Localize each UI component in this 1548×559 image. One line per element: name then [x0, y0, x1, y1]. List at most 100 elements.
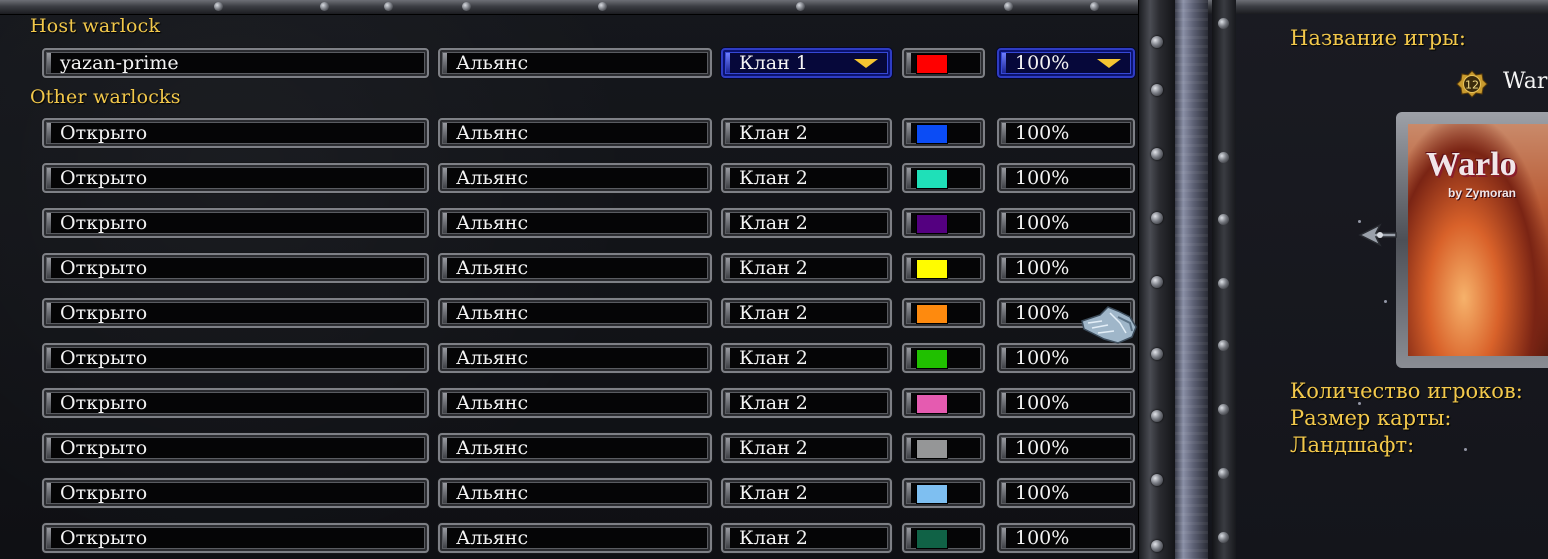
player-name-dropdown[interactable]: Открыто	[42, 253, 429, 283]
top-frame-rail	[1208, 0, 1548, 14]
player-clan-field[interactable]: Клан 2	[721, 118, 892, 148]
player-team-field: Альянс	[438, 118, 712, 148]
player-handicap-field[interactable]: 100%	[997, 253, 1135, 283]
max-players-value: 12	[1465, 79, 1479, 92]
game-info-panel: Название игры: 12 War Warlo by Zymoran К…	[1208, 0, 1548, 559]
player-handicap-field[interactable]: 100%	[997, 478, 1135, 508]
host-color-picker[interactable]	[902, 48, 985, 78]
player-clan-field[interactable]: Клан 2	[721, 298, 892, 328]
color-swatch	[916, 259, 948, 279]
player-name-dropdown[interactable]: Открыто	[42, 208, 429, 238]
map-title: Warlo	[1426, 146, 1517, 183]
map-size-label: Размер карты:	[1290, 406, 1452, 430]
player-clan-field[interactable]: Клан 2	[721, 523, 892, 553]
player-clan-field[interactable]: Клан 2	[721, 388, 892, 418]
bolt-icon	[1151, 348, 1163, 360]
gauntlet-cursor-icon	[1081, 306, 1137, 344]
player-team-field: Альянс	[438, 298, 712, 328]
bolt-icon	[1151, 474, 1163, 486]
bolt-icon	[598, 2, 607, 11]
player-clan-field[interactable]: Клан 2	[721, 163, 892, 193]
star-speck	[1464, 448, 1467, 451]
host-handicap-dropdown[interactable]: 100%	[997, 48, 1135, 78]
panel-separator	[1175, 0, 1208, 559]
player-name-dropdown[interactable]: Открыто	[42, 388, 429, 418]
color-swatch	[916, 54, 948, 74]
player-color-picker[interactable]	[902, 343, 985, 373]
player-handicap-field[interactable]: 100%	[997, 208, 1135, 238]
bolt-icon	[1218, 278, 1229, 289]
map-preview-image: Warlo by Zymoran	[1408, 124, 1548, 356]
host-clan-value: Клан 1	[739, 52, 808, 74]
bolt-icon	[1151, 276, 1163, 288]
bolt-icon	[796, 2, 805, 11]
player-handicap-field[interactable]: 100%	[997, 433, 1135, 463]
color-swatch	[916, 124, 948, 144]
map-frame-arrow-icon	[1358, 223, 1397, 247]
bolt-icon	[1151, 410, 1163, 422]
player-color-picker[interactable]	[902, 163, 985, 193]
player-handicap-field[interactable]: 100%	[997, 388, 1135, 418]
player-clan-field[interactable]: Клан 2	[721, 208, 892, 238]
bolt-icon	[1218, 18, 1229, 29]
map-author: by Zymoran	[1448, 186, 1517, 200]
player-color-picker[interactable]	[902, 523, 985, 553]
player-team-field: Альянс	[438, 163, 712, 193]
player-team-field: Альянс	[438, 433, 712, 463]
host-clan-dropdown[interactable]: Клан 1	[721, 48, 892, 78]
player-color-picker[interactable]	[902, 478, 985, 508]
player-name-dropdown[interactable]: Открыто	[42, 523, 429, 553]
player-name-dropdown[interactable]: Открыто	[42, 478, 429, 508]
player-name-dropdown[interactable]: Открыто	[42, 343, 429, 373]
bolt-icon	[1151, 540, 1163, 552]
star-speck	[1384, 300, 1387, 303]
info-left-frame	[1212, 0, 1236, 559]
host-team-field: Альянс	[438, 48, 712, 78]
player-team-field: Альянс	[438, 523, 712, 553]
player-color-picker[interactable]	[902, 208, 985, 238]
top-frame-rail	[0, 0, 1175, 15]
bolt-icon	[320, 2, 329, 11]
dropdown-arrow-icon	[854, 59, 878, 68]
player-clan-field[interactable]: Клан 2	[721, 433, 892, 463]
bolt-icon	[1218, 152, 1229, 163]
color-swatch	[916, 349, 948, 369]
player-team-field: Альянс	[438, 208, 712, 238]
game-name-value: War	[1503, 69, 1548, 94]
color-swatch	[916, 439, 948, 459]
player-color-picker[interactable]	[902, 388, 985, 418]
lobby-panel: Host warlock yazan-prime Альянс Клан 1 1…	[0, 0, 1175, 559]
bolt-icon	[214, 2, 223, 11]
bolt-icon	[1218, 340, 1229, 351]
color-swatch	[916, 394, 948, 414]
player-name-dropdown[interactable]: Открыто	[42, 298, 429, 328]
player-count-label: Количество игроков:	[1290, 379, 1523, 403]
player-clan-field[interactable]: Клан 2	[721, 253, 892, 283]
player-color-picker[interactable]	[902, 253, 985, 283]
tileset-label: Ландшафт:	[1290, 433, 1415, 457]
color-swatch	[916, 529, 948, 549]
player-team-field: Альянс	[438, 343, 712, 373]
host-name-field[interactable]: yazan-prime	[42, 48, 429, 78]
bolt-icon	[462, 2, 471, 11]
player-count-icon: 12	[1456, 70, 1488, 98]
bolt-icon	[1151, 148, 1163, 160]
player-color-picker[interactable]	[902, 298, 985, 328]
player-clan-field[interactable]: Клан 2	[721, 478, 892, 508]
player-handicap-field[interactable]: 100%	[997, 523, 1135, 553]
player-color-picker[interactable]	[902, 433, 985, 463]
player-clan-field[interactable]: Клан 2	[721, 343, 892, 373]
player-color-picker[interactable]	[902, 118, 985, 148]
player-name-dropdown[interactable]: Открыто	[42, 118, 429, 148]
player-name-dropdown[interactable]: Открыто	[42, 433, 429, 463]
player-team-field: Альянс	[438, 388, 712, 418]
player-team-field: Альянс	[438, 478, 712, 508]
others-section-title: Other warlocks	[30, 86, 181, 108]
player-handicap-field[interactable]: 100%	[997, 118, 1135, 148]
player-name-dropdown[interactable]: Открыто	[42, 163, 429, 193]
player-handicap-field[interactable]: 100%	[997, 163, 1135, 193]
player-handicap-field[interactable]: 100%	[997, 343, 1135, 373]
map-preview-frame: Warlo by Zymoran	[1396, 112, 1548, 368]
bolt-icon	[1218, 214, 1229, 225]
bolt-icon	[1151, 212, 1163, 224]
